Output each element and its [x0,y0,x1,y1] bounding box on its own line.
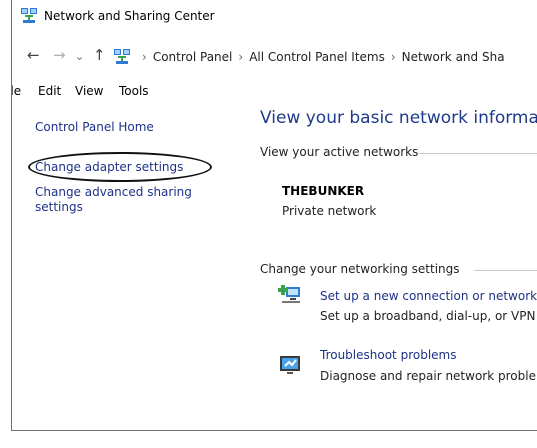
network-sharing-icon [21,8,37,23]
sidebar-item-control-panel-home[interactable]: Control Panel Home [35,120,154,135]
network-type: Private network [282,204,377,218]
new-connection-icon [278,285,300,303]
breadcrumb: › Control Panel › All Control Panel Items › N… [136,50,505,64]
forward-arrow-icon[interactable]: → [53,46,66,64]
page-title: View your basic network informatio [260,108,537,128]
setup-new-connection-description: Set up a broadband, dial-up, or VPN c [320,309,537,323]
window: Network and Sharing Center ← → ⌄ ↑ › Cont… [11,0,537,431]
troubleshoot-description: Diagnose and repair network problem [320,369,537,383]
breadcrumb-control-panel[interactable]: Control Panel [153,50,233,64]
breadcrumb-separator-icon[interactable]: › [142,50,147,64]
title-bar: Network and Sharing Center [12,0,537,36]
section-divider [474,270,537,271]
breadcrumb-network-sharing[interactable]: Network and Sha [402,50,505,64]
setup-new-connection-link[interactable]: Set up a new connection or network [320,289,537,303]
sidebar-item-change-advanced-sharing[interactable]: Change advanced sharing settings [35,185,210,215]
menu-edit[interactable]: Edit [38,84,61,98]
menu-file[interactable]: File [12,84,21,98]
sidebar: Control Panel Home Change adapter settin… [12,104,248,424]
active-networks-label: View your active networks [260,145,419,159]
section-divider [419,153,537,154]
control-panel-location-icon [114,49,130,64]
up-arrow-icon[interactable]: ↑ [93,46,106,64]
network-name: THEBUNKER [282,184,365,198]
menu-tools[interactable]: Tools [119,84,149,98]
menu-view[interactable]: View [75,84,103,98]
change-settings-label: Change your networking settings [260,262,460,276]
troubleshoot-icon [280,356,300,374]
recent-locations-chevron-icon[interactable]: ⌄ [75,48,84,66]
breadcrumb-separator-icon[interactable]: › [238,50,243,64]
troubleshoot-link[interactable]: Troubleshoot problems [320,348,456,362]
window-title: Network and Sharing Center [44,9,215,23]
main-panel: View your basic network informatio View … [248,104,537,424]
breadcrumb-separator-icon[interactable]: › [391,50,396,64]
sidebar-item-change-adapter-settings[interactable]: Change adapter settings [35,160,183,175]
back-arrow-icon[interactable]: ← [27,46,40,64]
navigation-bar: ← → ⌄ ↑ › Control Panel › All Control Panel… [12,42,537,70]
breadcrumb-all-items[interactable]: All Control Panel Items [249,50,385,64]
